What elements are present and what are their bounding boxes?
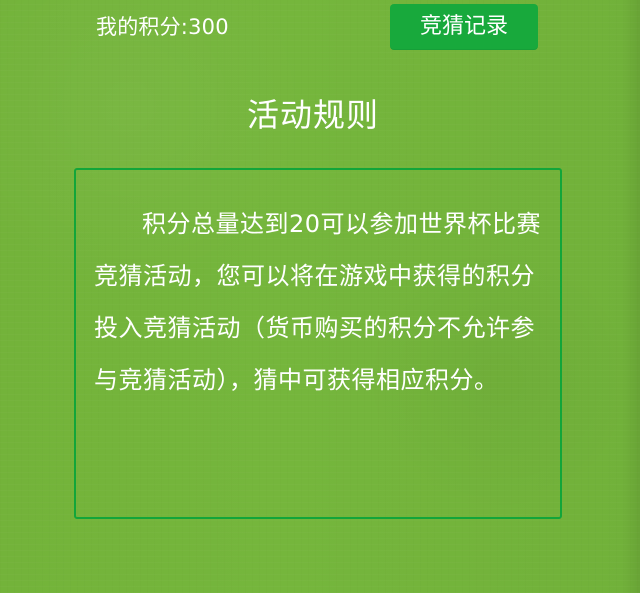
page: { "header": { "score_text": "我的积分:300", … — [0, 0, 640, 593]
activity-rules-title: 活动规则 — [246, 96, 379, 134]
guess-record-button[interactable]: 竞猜记录 — [390, 4, 538, 50]
rules-box: 积分总量达到20可以参加世界杯比赛竞猜活动，您可以将在游戏中获得的积分投入竞猜活… — [74, 168, 562, 519]
rules-description: 积分总量达到20可以参加世界杯比赛竞猜活动，您可以将在游戏中获得的积分投入竞猜活… — [94, 210, 542, 394]
right-edge-shadow — [622, 0, 640, 593]
my-score-text: 我的积分:300 — [96, 15, 229, 39]
